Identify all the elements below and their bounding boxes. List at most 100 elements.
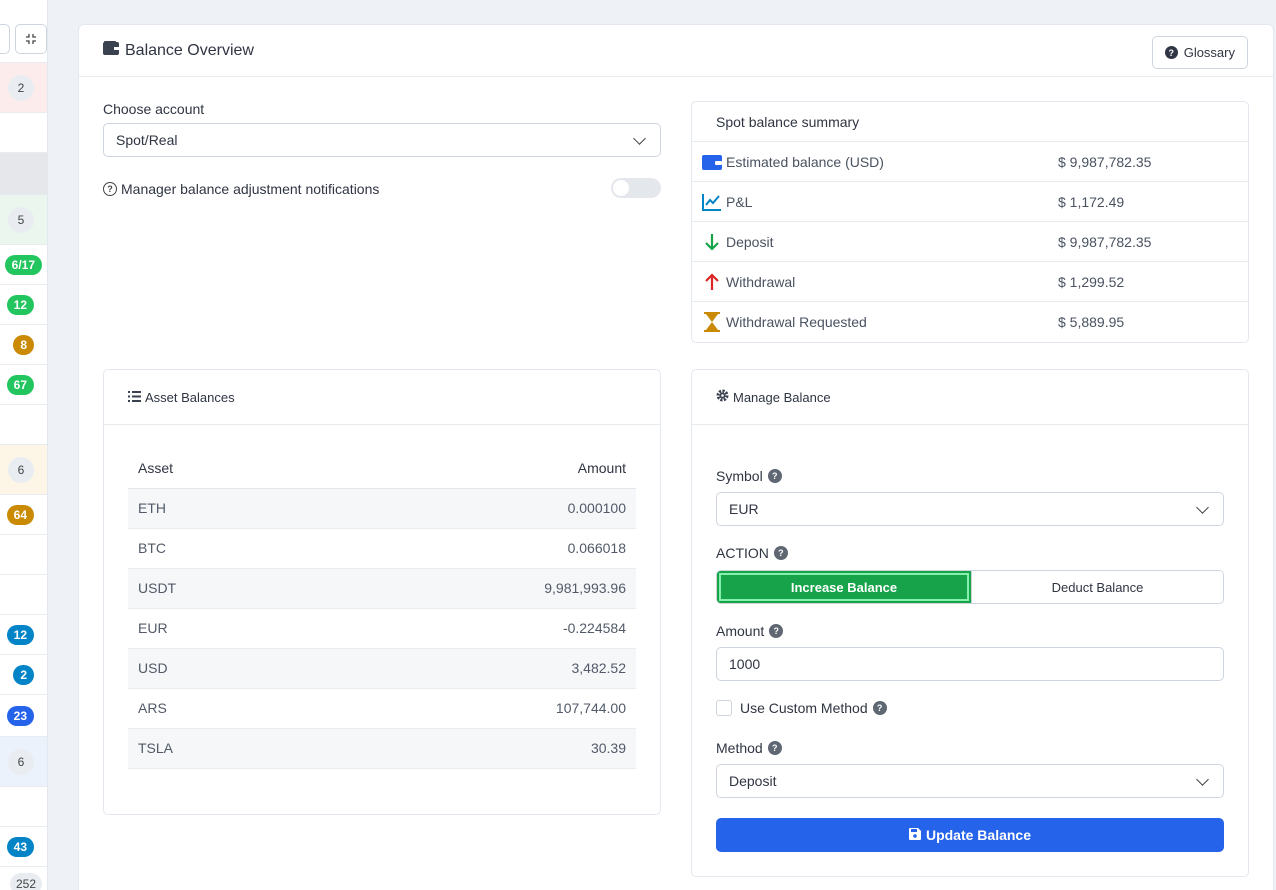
symbol-select[interactable]: EUR <box>716 492 1224 526</box>
asset-cell: USD <box>128 648 313 689</box>
chart-line-icon <box>702 192 722 212</box>
wallet-icon <box>103 41 119 60</box>
method-label-text: Method <box>716 740 763 756</box>
custom-method-label: Use Custom Method <box>740 700 868 716</box>
wallet-icon <box>702 152 722 172</box>
help-icon[interactable]: ? <box>767 469 782 483</box>
summary-value: $ 9,987,782.35 <box>1058 233 1152 250</box>
count-badge: 2 <box>8 74 34 101</box>
symbol-select-value: EUR <box>729 501 759 517</box>
action-toggle-group: Increase Balance Deduct Balance <box>716 570 1224 604</box>
asset-cell: ETH <box>128 488 313 529</box>
sidebar-row[interactable]: 12 <box>0 614 47 654</box>
update-balance-button[interactable]: Update Balance <box>716 818 1224 852</box>
amount-label: Amount ? <box>716 623 784 639</box>
summary-row-deposit: Deposit $ 9,987,782.35 <box>692 222 1248 262</box>
glossary-button[interactable]: ? Glossary <box>1151 36 1248 69</box>
chevron-down-icon <box>633 132 646 145</box>
manage-balance-header: Manage Balance <box>692 370 1248 425</box>
summary-row-withdrawal: Withdrawal $ 1,299.52 <box>692 262 1248 302</box>
asset-balances-header: Asset Balances <box>104 370 660 425</box>
card-header: Balance Overview ? Glossary <box>79 25 1273 77</box>
account-select-value: Spot/Real <box>116 132 178 148</box>
count-badge: 6 <box>8 456 34 483</box>
question-circle-icon: ? <box>1164 46 1178 59</box>
help-icon[interactable]: ? <box>773 546 788 560</box>
summary-title: Spot balance summary <box>692 102 1248 142</box>
sidebar-row[interactable] <box>0 112 47 152</box>
method-select[interactable]: Deposit <box>716 764 1224 798</box>
manage-balance-title: Manage Balance <box>733 389 831 405</box>
sidebar-row[interactable]: 6 <box>0 444 47 494</box>
sidebar-row[interactable]: 67 <box>0 364 47 404</box>
count-badge: 5 <box>8 206 34 233</box>
notifications-toggle[interactable] <box>611 178 661 198</box>
sidebar-row[interactable] <box>0 534 47 574</box>
summary-label: P&L <box>726 193 753 210</box>
manage-balance-card: Manage Balance Symbol ? EUR ACTION ? Inc… <box>691 369 1249 877</box>
increase-balance-button[interactable]: Increase Balance <box>717 571 971 603</box>
hourglass-icon <box>702 312 722 332</box>
chevron-down-icon <box>1196 501 1209 514</box>
sidebar-row[interactable] <box>0 404 47 444</box>
column-header-asset: Asset <box>128 448 313 489</box>
column-header-amount: Amount <box>312 448 636 489</box>
choose-account-label: Choose account <box>103 101 205 117</box>
amount-cell: 3,482.52 <box>312 648 636 689</box>
count-badge: 6/17 <box>4 254 42 275</box>
amount-input-value: 1000 <box>729 656 761 672</box>
table-row: TSLA 30.39 <box>128 728 636 769</box>
asset-balances-table: Asset Amount ETH 0.000100 BTC 0.066018 USD… <box>128 448 636 769</box>
question-circle-icon: ? <box>103 182 117 196</box>
notifications-label: Manager balance adjustment notifications <box>121 181 380 197</box>
action-label: ACTION ? <box>716 545 788 561</box>
count-badge: 8 <box>13 334 34 355</box>
page-title: Balance Overview <box>103 41 254 60</box>
amount-cell: 107,744.00 <box>312 688 636 729</box>
sidebar-row[interactable]: 8 <box>0 324 47 364</box>
sidebar-row[interactable]: 6 <box>0 736 47 786</box>
expand-button[interactable]: ⤢ <box>0 24 10 54</box>
asset-cell: USDT <box>128 568 313 609</box>
count-badge: 2 <box>13 664 34 685</box>
collapse-icon[interactable] <box>15 24 47 54</box>
help-icon[interactable]: ? <box>767 741 782 755</box>
custom-method-checkbox[interactable] <box>716 700 732 716</box>
sidebar-row[interactable]: 43 <box>0 826 47 866</box>
amount-label-text: Amount <box>716 623 765 639</box>
asset-cell: BTC <box>128 528 313 569</box>
sidebar-row[interactable]: 2 <box>0 654 47 694</box>
summary-row-withdrawal-requested: Withdrawal Requested $ 5,889.95 <box>692 302 1248 342</box>
sidebar-row[interactable]: 252 <box>0 866 47 890</box>
sidebar-row[interactable] <box>0 574 47 614</box>
glossary-label: Glossary <box>1183 45 1235 60</box>
method-label: Method ? <box>716 740 782 756</box>
help-icon[interactable]: ? <box>769 624 784 638</box>
sidebar-row[interactable]: 23 <box>0 694 47 736</box>
sidebar-row[interactable] <box>0 786 47 826</box>
sidebar-row[interactable]: 2 <box>0 62 47 112</box>
sidebar-row[interactable]: 12 <box>0 284 47 324</box>
help-icon[interactable]: ? <box>872 701 887 715</box>
sidebar-row[interactable]: 5 <box>0 194 47 244</box>
gear-icon <box>716 389 729 405</box>
save-icon <box>908 827 921 843</box>
amount-input[interactable]: 1000 <box>716 647 1224 681</box>
notifications-setting: ? Manager balance adjustment notificatio… <box>103 178 661 200</box>
asset-balances-title: Asset Balances <box>145 389 235 405</box>
sidebar-row[interactable]: 64 <box>0 494 47 534</box>
count-badge: 64 <box>6 504 34 525</box>
summary-label: Withdrawal <box>726 273 796 290</box>
deduct-balance-button[interactable]: Deduct Balance <box>971 571 1223 603</box>
amount-cell: 9,981,993.96 <box>312 568 636 609</box>
summary-row-pnl: P&L $ 1,172.49 <box>692 182 1248 222</box>
table-row: USDT 9,981,993.96 <box>128 568 636 609</box>
account-select[interactable]: Spot/Real <box>103 123 661 157</box>
sidebar-row[interactable]: 6/17 <box>0 244 47 284</box>
summary-value: $ 5,889.95 <box>1058 314 1125 330</box>
symbol-label: Symbol ? <box>716 468 782 484</box>
asset-cell: TSLA <box>128 728 313 769</box>
custom-method-option: Use Custom Method ? <box>716 700 887 716</box>
table-header-row: Asset Amount <box>128 448 636 489</box>
sidebar-row[interactable] <box>0 152 47 194</box>
